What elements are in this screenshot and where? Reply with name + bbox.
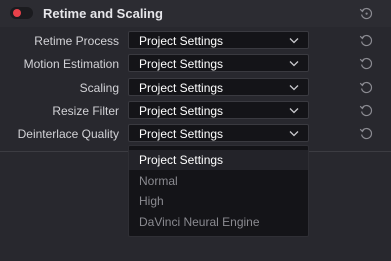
motion-estimation-label: Motion Estimation: [23, 57, 119, 71]
select-value: Project Settings: [139, 81, 224, 95]
toggle-knob: [13, 9, 21, 17]
dropdown-option-normal[interactable]: Normal: [129, 171, 308, 191]
retime-process-select[interactable]: Project Settings: [128, 31, 309, 49]
chevron-down-icon: [289, 131, 299, 137]
scaling-reset-icon[interactable]: [359, 80, 374, 95]
chevron-down-icon: [289, 38, 299, 44]
select-value: Project Settings: [139, 104, 224, 118]
section-header: Retime and Scaling: [0, 0, 391, 27]
deinterlace-quality-select[interactable]: Project Settings: [128, 124, 309, 142]
deinterlace-quality-label: Deinterlace Quality: [17, 127, 119, 141]
select-value: Project Settings: [139, 34, 224, 48]
motion-estimation-reset-icon[interactable]: [359, 56, 374, 71]
scaling-select[interactable]: Project Settings: [128, 78, 309, 96]
deinterlace-quality-dropdown-menu: Project Settings Normal High DaVinci Neu…: [128, 145, 309, 237]
chevron-down-icon: [289, 85, 299, 91]
retime-process-label: Retime Process: [34, 34, 119, 48]
scaling-label: Scaling: [79, 81, 119, 95]
dropdown-option-davinci-neural-engine[interactable]: DaVinci Neural Engine: [129, 212, 308, 232]
section-enable-toggle[interactable]: [10, 7, 33, 19]
chevron-down-icon: [289, 61, 299, 67]
dropdown-option-project-settings[interactable]: Project Settings: [129, 150, 308, 170]
dropdown-option-high[interactable]: High: [129, 191, 308, 211]
resize-filter-label: Resize Filter: [52, 104, 119, 118]
resize-filter-select[interactable]: Project Settings: [128, 101, 309, 119]
section-title: Retime and Scaling: [43, 6, 163, 21]
chevron-down-icon: [289, 108, 299, 114]
motion-estimation-select[interactable]: Project Settings: [128, 54, 309, 72]
retime-process-reset-icon[interactable]: [359, 33, 374, 48]
resize-filter-reset-icon[interactable]: [359, 103, 374, 118]
section-reset-icon[interactable]: [359, 6, 374, 21]
select-value: Project Settings: [139, 127, 224, 141]
deinterlace-quality-reset-icon[interactable]: [359, 126, 374, 141]
select-value: Project Settings: [139, 57, 224, 71]
